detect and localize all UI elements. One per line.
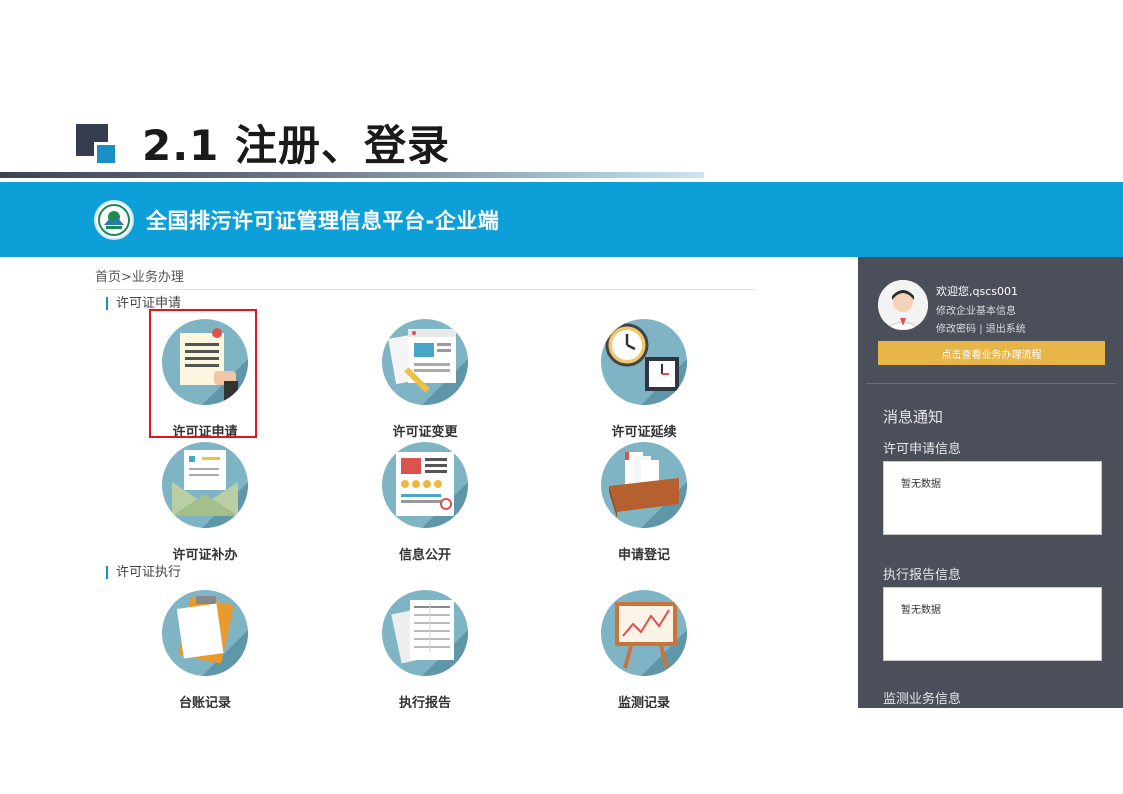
info-board-icon	[382, 442, 468, 528]
modify-password-link[interactable]: 修改密码	[936, 324, 976, 335]
chart-easel-icon	[601, 590, 687, 676]
tile-label: 台账记录	[178, 696, 231, 708]
permit-info-empty: 暂无数据	[901, 479, 941, 490]
tile-permit-change[interactable]: 许可证变更	[375, 319, 475, 440]
tile-label: 申请登记	[617, 548, 670, 563]
app-screenshot: 全国排污许可证管理信息平台-企业端 首页>业务办理 许可证申请 许可证申请 许可…	[0, 182, 1123, 708]
heading-square-icon	[76, 120, 120, 166]
breadcrumb[interactable]: 首页>业务办理	[95, 266, 184, 285]
tile-permit-apply[interactable]: 许可证申请	[149, 309, 257, 440]
envelope-icon	[162, 442, 248, 528]
main-content: 首页>业务办理 许可证申请 许可证申请 许可证变更 许可证延续 许可证补办 信息…	[0, 257, 858, 708]
app-title: 全国排污许可证管理信息平台-企业端	[146, 208, 500, 233]
tile-report[interactable]: 执行报告	[375, 590, 475, 708]
tile-label: 许可证变更	[392, 425, 458, 440]
file-box-icon	[601, 442, 687, 528]
slide-heading: 2.1 注册、登录	[76, 114, 450, 170]
heading-underline	[0, 172, 704, 178]
breadcrumb-divider	[95, 289, 755, 290]
tile-info-public[interactable]: 信息公开	[375, 442, 475, 563]
tile-label: 信息公开	[398, 548, 451, 563]
tile-permit-reissue[interactable]: 许可证补办	[155, 442, 255, 563]
tile-monitoring[interactable]: 监测记录	[594, 590, 694, 708]
permit-info-title: 许可申请信息	[883, 442, 962, 457]
section-label-execute: 许可证执行	[106, 566, 181, 579]
report-info-empty: 暂无数据	[901, 605, 941, 616]
welcome-text: 欢迎您,qscs001	[936, 285, 1018, 298]
tile-label: 许可证补办	[172, 548, 238, 563]
account-links: 修改密码 | 退出系统	[936, 320, 1026, 335]
section-label-apply: 许可证申请	[106, 297, 181, 310]
tile-ledger[interactable]: 台账记录	[155, 590, 255, 708]
slide-title: 2.1 注册、登录	[142, 120, 451, 170]
avatar	[878, 280, 928, 330]
user-sidebar: 欢迎您,qscs001 修改企业基本信息 修改密码 | 退出系统 点击查看业务办…	[858, 257, 1123, 708]
permit-document-icon	[162, 319, 248, 405]
view-flow-button[interactable]: 点击查看业务办理流程	[878, 341, 1105, 365]
tile-registration[interactable]: 申请登记	[594, 442, 694, 563]
tile-permit-extend[interactable]: 许可证延续	[594, 319, 694, 440]
mee-emblem-icon	[94, 199, 134, 240]
tile-label: 许可证申请	[172, 425, 238, 440]
report-info-box: 暂无数据	[883, 587, 1102, 661]
permit-info-box: 暂无数据	[883, 461, 1102, 535]
logout-link[interactable]: 退出系统	[986, 324, 1026, 335]
report-info-title: 执行报告信息	[883, 568, 962, 583]
tile-label: 监测记录	[617, 696, 670, 708]
tile-label: 执行报告	[398, 696, 451, 708]
link-separator: |	[979, 324, 983, 335]
sidebar-divider	[866, 383, 1116, 384]
clipboard-icon	[162, 590, 248, 676]
clock-icon	[601, 319, 687, 405]
app-header: 全国排污许可证管理信息平台-企业端	[0, 182, 1123, 257]
tile-label: 许可证延续	[611, 425, 677, 440]
form-edit-icon	[382, 319, 468, 405]
modify-info-link[interactable]: 修改企业基本信息	[936, 302, 1016, 317]
monitor-info-title: 监测业务信息	[883, 692, 962, 707]
notice-title: 消息通知	[883, 408, 944, 426]
report-sheet-icon	[382, 590, 468, 676]
